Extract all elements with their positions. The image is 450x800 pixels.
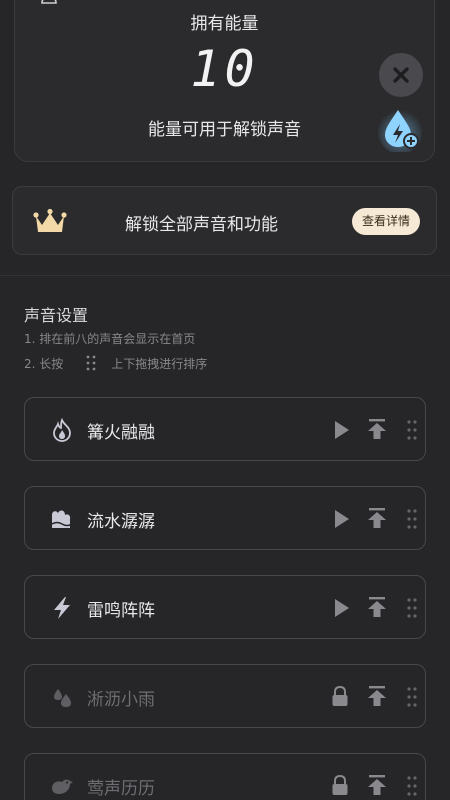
move-to-top-icon[interactable] xyxy=(366,596,388,618)
section-divider xyxy=(0,275,450,276)
sound-name: 雷鸣阵阵 xyxy=(87,601,155,621)
sound-item-rain[interactable]: 淅沥小雨 xyxy=(24,664,426,728)
energy-title: 拥有能量 xyxy=(190,14,259,34)
bird-icon xyxy=(52,779,73,794)
fire-icon xyxy=(53,418,71,442)
drag-handle-icon[interactable] xyxy=(405,507,419,531)
move-to-top-icon[interactable] xyxy=(366,507,388,529)
sound-name: 莺声历历 xyxy=(87,779,155,799)
sound-item-bonfire[interactable]: 篝火融融 xyxy=(24,397,426,461)
lock-icon xyxy=(332,774,348,795)
unlock-all-card[interactable]: 解锁全部声音和功能 查看详情 xyxy=(12,186,437,255)
view-details-button[interactable]: 查看详情 xyxy=(352,208,420,235)
move-to-top-icon[interactable] xyxy=(366,685,388,707)
drag-handle-icon xyxy=(86,355,96,371)
water-icon xyxy=(51,510,73,528)
move-to-top-icon[interactable] xyxy=(366,418,388,440)
play-icon[interactable] xyxy=(331,508,351,530)
close-button[interactable] xyxy=(379,53,423,97)
sound-item-water[interactable]: 流水潺潺 xyxy=(24,486,426,550)
rain-icon xyxy=(54,689,71,707)
user-icon[interactable] xyxy=(39,0,59,5)
energy-description: 能量可用于解锁声音 xyxy=(148,120,301,140)
hint-drag-sort: 2. 长按 上下拖拽进行排序 xyxy=(24,354,207,372)
hint-top-eight: 1. 排在前八的声音会显示在首页 xyxy=(24,332,196,346)
energy-value: 10 xyxy=(190,40,259,98)
drag-handle-icon[interactable] xyxy=(405,774,419,798)
hint-drag-suffix: 上下拖拽进行排序 xyxy=(111,356,208,371)
lightning-icon xyxy=(54,597,70,619)
close-icon xyxy=(393,67,409,83)
sound-name: 流水潺潺 xyxy=(87,512,155,532)
sound-item-bird[interactable]: 莺声历历 xyxy=(24,753,426,800)
play-icon[interactable] xyxy=(331,597,351,619)
unlock-all-text: 解锁全部声音和功能 xyxy=(125,215,278,235)
crown-icon xyxy=(33,208,67,232)
sound-name: 篝火融融 xyxy=(87,423,155,443)
lock-icon xyxy=(332,685,348,706)
drag-handle-icon[interactable] xyxy=(405,685,419,709)
drag-handle-icon[interactable] xyxy=(405,596,419,620)
sound-item-thunder[interactable]: 雷鸣阵阵 xyxy=(24,575,426,639)
add-energy-icon[interactable] xyxy=(378,104,424,152)
energy-card: 拥有能量 10 能量可用于解锁声音 xyxy=(14,0,435,162)
drag-handle-icon[interactable] xyxy=(405,418,419,442)
sound-name: 淅沥小雨 xyxy=(87,690,155,710)
play-icon[interactable] xyxy=(331,419,351,441)
move-to-top-icon[interactable] xyxy=(366,774,388,796)
hint-drag-prefix: 2. 长按 xyxy=(24,356,64,371)
sound-settings-title: 声音设置 xyxy=(24,306,89,325)
